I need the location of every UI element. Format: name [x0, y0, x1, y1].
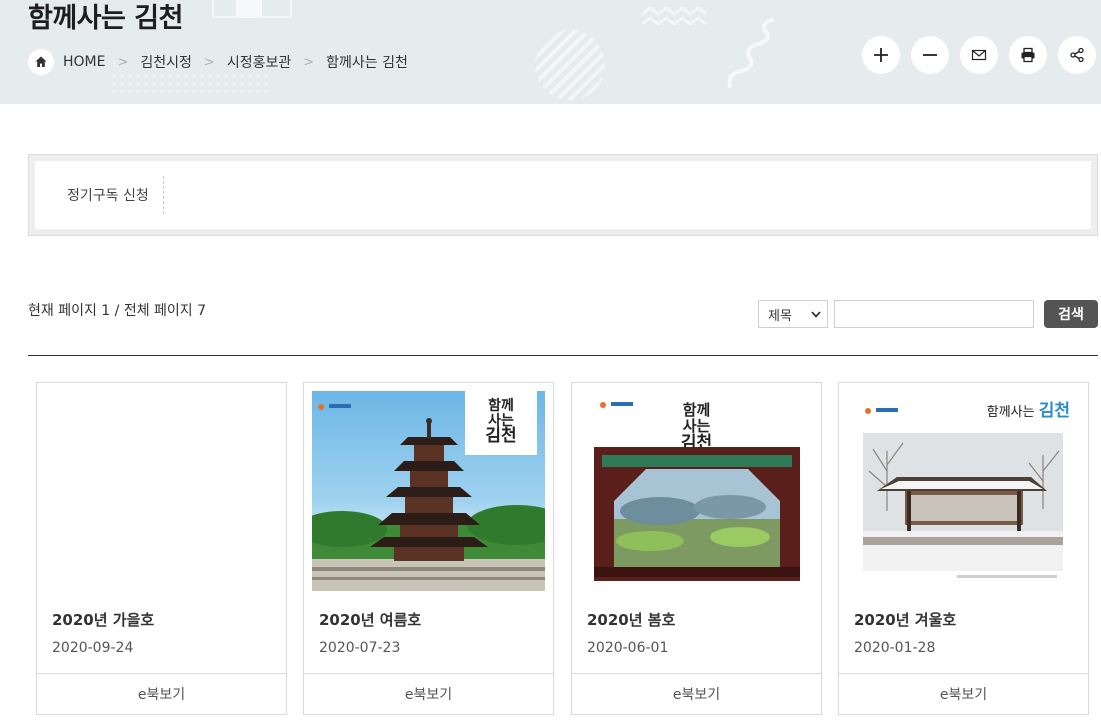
cover-title-text: 함께 사는 김천 [485, 398, 517, 447]
ebook-view-button[interactable]: e북보기 [572, 673, 821, 714]
cover-image[interactable]: 함께사는 김천 [847, 391, 1080, 591]
banner-decoration [727, 18, 774, 88]
zoom-out-button[interactable] [911, 36, 949, 74]
banner-decoration [641, 6, 707, 26]
cover-title-box: 함께 사는 김천 [465, 391, 537, 455]
tab-subscription[interactable]: 정기구독 신청 [67, 176, 164, 214]
cover-image[interactable]: 함께 사는 김천 [580, 391, 813, 591]
chevron-right-icon: > [117, 54, 129, 70]
breadcrumb-item[interactable]: 김천시정 [140, 52, 192, 72]
card-title[interactable]: 2020년 가을호 [52, 609, 154, 630]
pavilion-illustration [594, 447, 800, 581]
breadcrumb-item[interactable]: 시정홍보관 [227, 52, 291, 72]
share-button[interactable] [1058, 36, 1096, 74]
cover-image-placeholder[interactable] [45, 391, 278, 591]
zoom-in-icon [874, 48, 888, 62]
breadcrumb-current[interactable]: 함께사는 김천 [326, 52, 408, 72]
banner-decoration [236, 0, 262, 18]
card-date: 2020-09-24 [52, 640, 134, 656]
chevron-right-icon: > [303, 54, 315, 70]
page-tools [862, 36, 1096, 74]
print-icon [1021, 47, 1035, 63]
print-button[interactable] [1009, 36, 1047, 74]
search-input[interactable] [834, 300, 1034, 328]
home-icon[interactable] [28, 49, 54, 75]
list-divider [28, 355, 1098, 356]
search-type-value: 제목 [768, 308, 792, 324]
card-date: 2020-06-01 [587, 640, 669, 656]
zoom-in-button[interactable] [862, 36, 900, 74]
mail-button[interactable] [960, 36, 998, 74]
gimcheon-logo [318, 395, 354, 410]
search-form: 제목 검색 [758, 300, 1098, 328]
snow-pavilion-illustration [863, 433, 1063, 578]
ebook-card[interactable]: 함께 사는 김천 2020년 봄호 2020-06-01 e북보기 [571, 382, 822, 715]
ebook-card[interactable]: 함께사는 김천 2020년 겨울호 2020-01-28 e북보기 [838, 382, 1089, 715]
chevron-right-icon: > [203, 54, 215, 70]
ebook-view-button[interactable]: e북보기 [37, 673, 286, 714]
sub-tab-box: 정기구독 신청 [28, 154, 1098, 236]
card-title[interactable]: 2020년 겨울호 [854, 609, 956, 630]
chevron-down-icon [811, 310, 821, 318]
search-button[interactable]: 검색 [1044, 300, 1098, 328]
page-header-banner: 함께사는 김천 HOME > 김천시정 > 시정홍보관 > 함께사는 김천 [0, 0, 1101, 104]
ebook-view-button[interactable]: e북보기 [839, 673, 1088, 714]
ebook-view-button[interactable]: e북보기 [304, 673, 553, 714]
breadcrumb-home[interactable]: HOME [63, 54, 105, 70]
share-icon [1070, 47, 1084, 63]
page-title: 함께사는 김천 [28, 3, 183, 34]
banner-decoration [535, 30, 605, 100]
card-title[interactable]: 2020년 여름호 [319, 609, 421, 630]
zoom-out-icon [923, 54, 937, 56]
card-date: 2020-01-28 [854, 640, 936, 656]
ebook-card[interactable]: 2020년 가을호 2020-09-24 e북보기 [36, 382, 287, 715]
card-title[interactable]: 2020년 봄호 [587, 609, 675, 630]
page-info: 현재 페이지 1 / 전체 페이지 7 [28, 303, 207, 319]
card-date: 2020-07-23 [319, 640, 401, 656]
sub-tab-list: 정기구독 신청 [35, 161, 1091, 229]
mail-icon [971, 49, 987, 61]
cover-image[interactable]: 함께 사는 김천 [312, 391, 545, 591]
search-type-select[interactable]: 제목 [758, 300, 828, 328]
ebook-card[interactable]: 함께 사는 김천 2020년 여름호 2020-07-23 e북보기 [303, 382, 554, 715]
breadcrumb: HOME > 김천시정 > 시정홍보관 > 함께사는 김천 [28, 48, 408, 76]
